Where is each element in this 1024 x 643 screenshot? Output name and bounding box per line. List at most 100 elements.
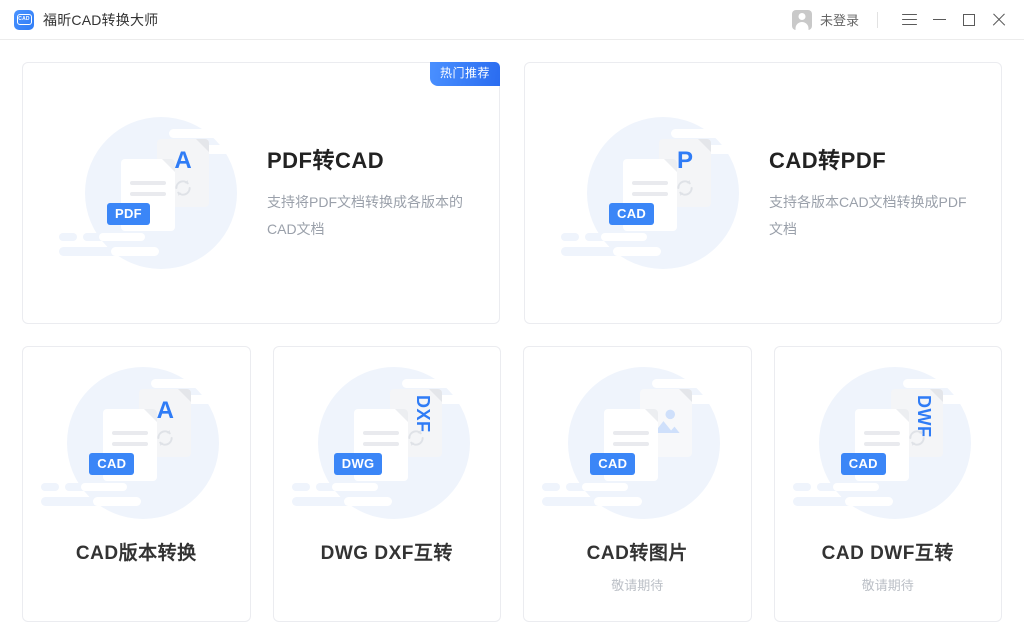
- refresh-icon: [157, 430, 173, 446]
- avatar-head: [798, 13, 806, 20]
- doc-text-line: [632, 191, 668, 196]
- deco-dot: [241, 128, 250, 138]
- deco-bar: [844, 497, 893, 506]
- deco-dot: [974, 379, 984, 388]
- maximize-button[interactable]: [954, 5, 984, 35]
- hot-recommend-badge: 热门推荐: [429, 62, 500, 86]
- doc-text-line: [130, 180, 166, 185]
- illustration-pdf-to-cad: A PDF: [59, 111, 251, 276]
- page-fold-icon: [645, 409, 659, 422]
- account-status-label[interactable]: 未登录: [820, 10, 859, 29]
- deco-bar: [401, 379, 468, 388]
- deco-bar: [902, 379, 969, 388]
- app-logo-text: CAD: [16, 14, 32, 25]
- close-icon: [992, 13, 1006, 27]
- doc-text-line: [632, 180, 668, 185]
- title-bar: CAD 福昕CAD转换大师 未登录: [0, 0, 1024, 40]
- deco-bar: [671, 128, 737, 138]
- card-title: CAD DWF互转: [821, 543, 954, 564]
- deco-bar: [111, 246, 159, 256]
- deco-bar: [832, 483, 879, 491]
- deco-dot: [743, 128, 752, 138]
- deco-bar: [594, 497, 643, 506]
- illustration-cad-to-image: CAD: [542, 361, 735, 526]
- illustration-cad-to-pdf: P CAD: [561, 111, 753, 276]
- card-title: CAD转图片: [586, 543, 688, 564]
- source-format-badge: CAD: [590, 453, 636, 475]
- deco-dot: [473, 379, 483, 388]
- source-format-badge: CAD: [89, 453, 135, 475]
- page-fold-icon: [394, 409, 408, 422]
- deco-bar: [93, 497, 142, 506]
- deco-bar: [151, 379, 218, 388]
- deco-bar: [41, 483, 60, 491]
- deco-bar: [99, 232, 145, 241]
- format-letter: DXF: [412, 395, 433, 433]
- doc-text-line: [112, 431, 149, 435]
- page-fold-icon: [162, 158, 175, 172]
- page-fold-icon: [664, 158, 677, 172]
- refresh-icon: [175, 179, 191, 196]
- card-pdf-to-cad[interactable]: 热门推荐 A PDF PDF转CAD 支持将PDF文档转换成各版本的CAD文档: [22, 62, 500, 324]
- deco-bar: [792, 483, 811, 491]
- main-content: 热门推荐 A PDF PDF转CAD 支持将PDF文档转换成各版本的CAD文档 …: [0, 40, 1024, 622]
- card-subtitle: 敬请期待: [611, 578, 664, 593]
- doc-text-line: [362, 431, 399, 435]
- page-fold-icon: [144, 409, 158, 422]
- card-title: PDF转CAD: [267, 148, 385, 173]
- source-format-badge: CAD: [609, 202, 655, 225]
- user-avatar-icon[interactable]: [791, 9, 812, 30]
- doc-text-line: [613, 431, 650, 435]
- featured-card-row: 热门推荐 A PDF PDF转CAD 支持将PDF文档转换成各版本的CAD文档 …: [22, 62, 1002, 324]
- doc-text-line: [130, 191, 166, 196]
- card-title: CAD版本转换: [75, 543, 197, 564]
- card-description: 支持各版本CAD文档转换成PDF文档: [769, 194, 967, 237]
- refresh-icon: [408, 430, 424, 446]
- card-title: DWG DXF互转: [320, 543, 453, 564]
- doc-text-line: [863, 442, 900, 446]
- doc-text-line: [863, 431, 900, 435]
- hamburger-menu-button[interactable]: [894, 5, 924, 35]
- illustration-dwg-dxf: DXF DWG: [291, 361, 484, 526]
- doc-text-line: [362, 442, 399, 446]
- deco-bar: [613, 246, 661, 256]
- minimize-icon: [932, 18, 946, 21]
- card-cad-to-image[interactable]: CAD CAD转图片 敬请期待: [523, 346, 752, 622]
- doc-text-line: [112, 442, 149, 446]
- deco-bar: [601, 232, 647, 241]
- app-title: 福昕CAD转换大师: [43, 11, 159, 28]
- illustration-cad-dwf: DWF CAD: [792, 361, 985, 526]
- illustration-cad-version: A CAD: [41, 361, 234, 526]
- card-subtitle: 敬请期待: [861, 578, 914, 593]
- doc-text-line: [613, 442, 650, 446]
- deco-bar: [169, 128, 235, 138]
- card-cad-dwf-convert[interactable]: DWF CAD CAD DWF互转 敬请期待: [773, 346, 1002, 622]
- deco-bar: [291, 483, 310, 491]
- refresh-icon: [677, 179, 693, 196]
- source-format-badge: DWG: [333, 453, 383, 475]
- deco-bar: [81, 483, 128, 491]
- card-cad-to-pdf[interactable]: P CAD CAD转PDF 支持各版本CAD文档转换成PDF文档: [524, 62, 1002, 324]
- titlebar-divider: [877, 11, 878, 28]
- minimize-button[interactable]: [924, 5, 954, 35]
- secondary-card-row: A CAD CAD版本转换 DXF DWG DWG DXF互转 CAD CAD转…: [22, 346, 1002, 622]
- page-fold-icon: [679, 389, 693, 402]
- deco-bar: [343, 497, 392, 506]
- card-text-pdf-to-cad: PDF转CAD 支持将PDF文档转换成各版本的CAD文档: [267, 143, 487, 243]
- deco-bar: [582, 483, 629, 491]
- deco-bar: [652, 379, 719, 388]
- deco-bar: [59, 232, 77, 241]
- page-fold-icon: [895, 409, 909, 422]
- source-format-badge: PDF: [107, 202, 150, 225]
- deco-bar: [331, 483, 378, 491]
- deco-dot: [724, 379, 734, 388]
- close-button[interactable]: [984, 5, 1014, 35]
- card-cad-version-convert[interactable]: A CAD CAD版本转换: [22, 346, 251, 622]
- titlebar-controls: 未登录: [791, 0, 1014, 39]
- card-dwg-dxf-convert[interactable]: DXF DWG DWG DXF互转: [272, 346, 501, 622]
- card-description: 支持将PDF文档转换成各版本的CAD文档: [267, 194, 463, 237]
- source-format-badge: CAD: [840, 453, 886, 475]
- deco-dot: [223, 379, 233, 388]
- app-logo-icon: CAD: [14, 9, 34, 30]
- card-text-cad-to-pdf: CAD转PDF 支持各版本CAD文档转换成PDF文档: [769, 143, 989, 243]
